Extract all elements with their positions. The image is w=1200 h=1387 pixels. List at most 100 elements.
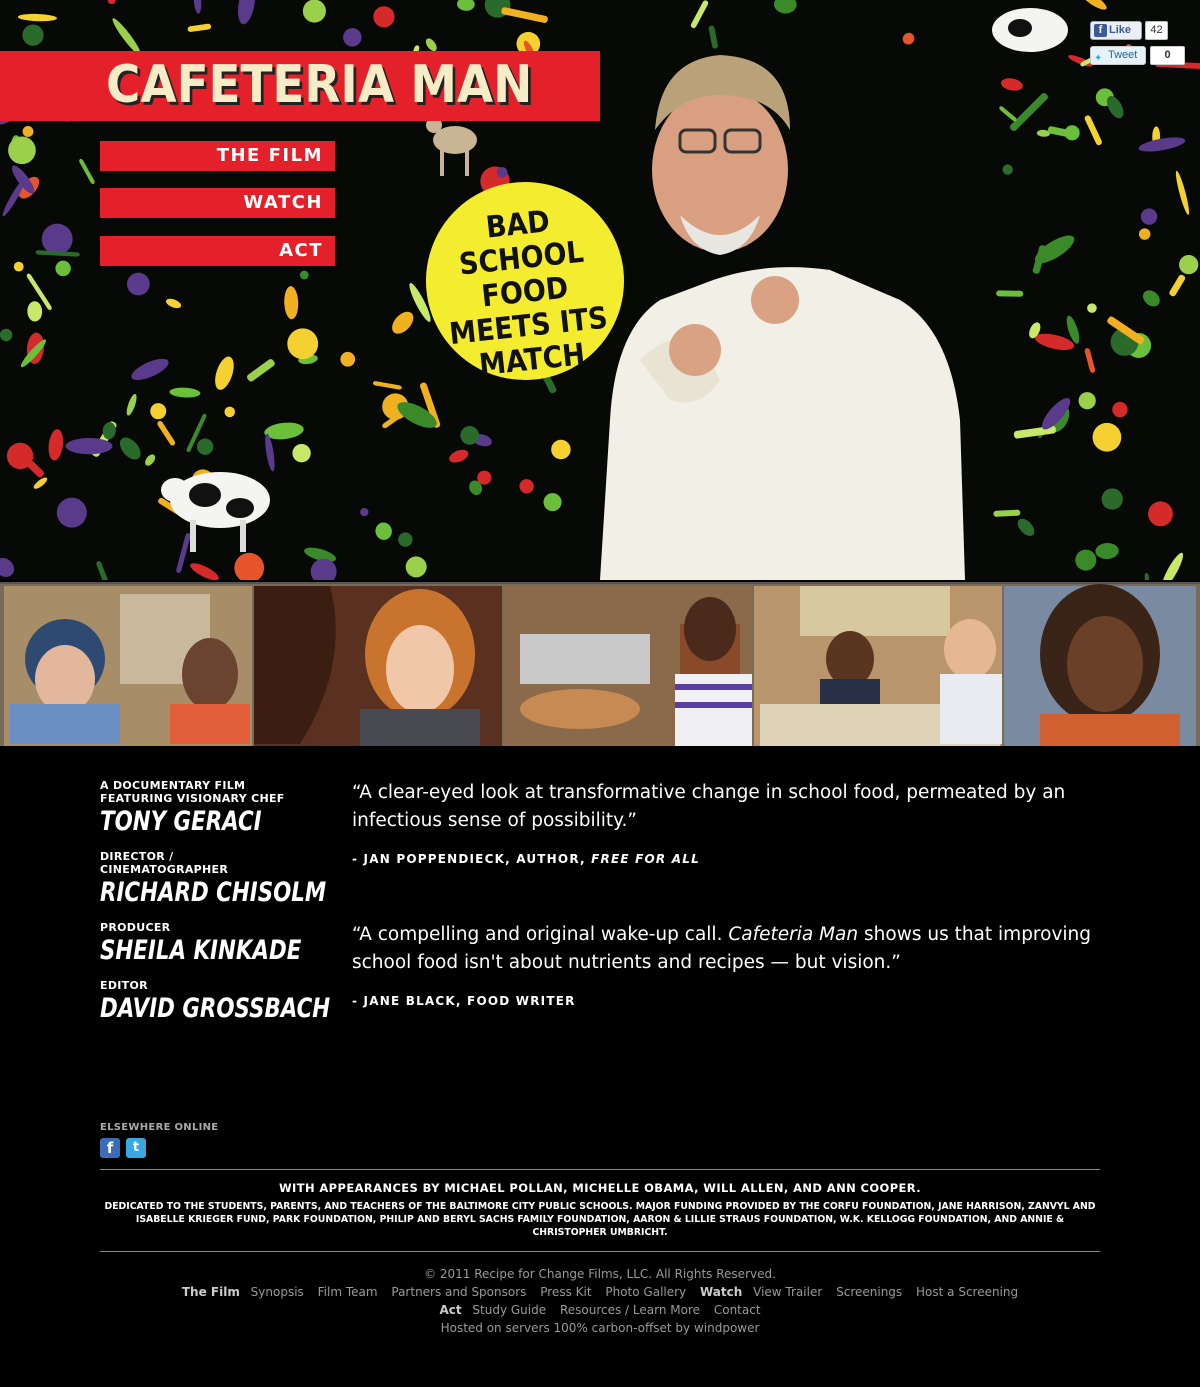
credit-role: PRODUCER <box>100 921 171 934</box>
footer-link-study-guide[interactable]: Study Guide <box>472 1303 546 1317</box>
vegetable-decoration <box>1002 164 1013 175</box>
vegetable-decoration <box>196 438 214 455</box>
film-still <box>504 586 752 746</box>
press-quotes: “A clear-eyed look at transformative cha… <box>352 779 1092 1008</box>
vegetable-decoration <box>1092 422 1122 452</box>
footer-link-screenings[interactable]: Screenings <box>836 1285 902 1299</box>
site-logo[interactable]: CAFETERIA MAN <box>106 55 532 115</box>
footer-link-view-trailer[interactable]: View Trailer <box>753 1285 822 1299</box>
vegetable-decoration <box>496 166 508 178</box>
vegetable-decoration <box>1138 228 1151 240</box>
divider <box>100 1169 1100 1170</box>
credit-name: TONY GERACI <box>100 806 262 837</box>
like-label: Like <box>1109 24 1132 36</box>
quote-attribution: - JANE BLACK, FOOD WRITER <box>352 994 1092 1008</box>
twitter-bird-icon: ✦ <box>1094 53 1103 64</box>
vegetable-decoration <box>477 470 492 485</box>
vegetable-decoration <box>996 290 1024 297</box>
footer-link-host-screening[interactable]: Host a Screening <box>916 1285 1018 1299</box>
vegetable-decoration <box>224 406 235 418</box>
vegetable-decoration <box>126 272 150 296</box>
appearances-text: WITH APPEARANCES BY MICHAEL POLLAN, MICH… <box>278 1181 922 1195</box>
press-quote: “A clear-eyed look at transformative cha… <box>352 779 1092 835</box>
vegetable-decoration <box>22 24 44 46</box>
vegetable-decoration <box>13 261 24 272</box>
attribution-text: - JAN POPPENDIECK, AUTHOR, <box>352 852 592 866</box>
vegetable-decoration <box>1179 255 1199 275</box>
vegetable-decoration <box>343 28 362 47</box>
credit-role: DIRECTOR / CINEMATOGRAPHER <box>100 850 229 876</box>
vegetable-decoration <box>41 223 73 255</box>
vegetable-decoration <box>460 426 480 445</box>
vegetable-decoration <box>302 0 326 23</box>
film-still <box>754 586 1002 746</box>
vegetable-decoration <box>543 493 562 512</box>
footer-nav-film-watch: The Film Synopsis Film Team Partners and… <box>100 1285 1100 1299</box>
vegetable-decoration <box>1112 401 1128 418</box>
vegetable-decoration <box>340 351 356 367</box>
like-count: 42 <box>1145 21 1168 40</box>
facebook-like-button[interactable]: f Like <box>1090 21 1142 40</box>
vegetable-decoration <box>1148 501 1173 527</box>
vegetable-decoration <box>55 260 71 277</box>
facebook-icon[interactable]: f <box>100 1138 120 1158</box>
press-quote: “A compelling and original wake-up call.… <box>352 921 1092 977</box>
footer-nav-heading-film[interactable]: The Film <box>182 1285 240 1299</box>
footer-link-partners[interactable]: Partners and Sponsors <box>391 1285 526 1299</box>
attribution-text: - JANE BLACK, FOOD WRITER <box>352 994 576 1008</box>
footer-link-film-team[interactable]: Film Team <box>318 1285 378 1299</box>
vegetable-decoration <box>1087 303 1097 313</box>
copyright: © 2011 Recipe for Change Films, LLC. All… <box>424 1267 776 1281</box>
credit-name: DAVID GROSSBACH <box>100 993 331 1024</box>
footer-nav-heading-watch[interactable]: Watch <box>700 1285 742 1299</box>
credit-role: A DOCUMENTARY FILM FEATURING VISIONARY C… <box>100 779 285 805</box>
nav-act[interactable]: ACT <box>100 236 335 266</box>
elsewhere-online-label: ELSEWHERE ONLINE <box>100 1122 219 1133</box>
cow-illustration-2 <box>992 8 1068 52</box>
vegetable-decoration <box>292 443 311 463</box>
footer-nav-heading-act[interactable]: Act <box>439 1303 461 1317</box>
quote-text: “A clear-eyed look at transformative cha… <box>352 782 1066 831</box>
tweet-label: Tweet <box>1108 49 1138 61</box>
footer-link-press-kit[interactable]: Press Kit <box>540 1285 591 1299</box>
attribution-book-title: FREE FOR ALL <box>591 852 700 866</box>
film-still <box>1004 584 1196 746</box>
vegetable-decoration <box>1101 488 1123 510</box>
footer-link-contact[interactable]: Contact <box>714 1303 761 1317</box>
vegetable-decoration <box>287 328 319 360</box>
quote-text: “A compelling and original wake-up call. <box>352 924 729 945</box>
vegetable-decoration <box>398 532 413 547</box>
hosting-note: Hosted on servers 100% carbon-offset by … <box>440 1321 760 1335</box>
film-still <box>4 586 252 746</box>
tweet-count: 0 <box>1150 46 1185 65</box>
vegetable-decoration <box>65 437 113 455</box>
dedication-text: DEDICATED TO THE STUDENTS, PARENTS, AND … <box>104 1201 1096 1238</box>
footer-link-photo-gallery[interactable]: Photo Gallery <box>605 1285 686 1299</box>
film-still <box>254 586 502 746</box>
nav-watch[interactable]: WATCH <box>100 188 335 218</box>
film-stills-strip <box>0 582 1200 746</box>
vegetable-decoration <box>1078 392 1096 410</box>
divider <box>100 1251 1100 1252</box>
credit-name: SHEILA KINKADE <box>100 935 302 966</box>
vegetable-decoration <box>0 328 13 342</box>
film-credits: A DOCUMENTARY FILM FEATURING VISIONARY C… <box>100 779 340 1037</box>
footer-link-synopsis[interactable]: Synopsis <box>251 1285 304 1299</box>
hero-banner: CAFETERIA MAN THE FILM WATCH ACT BAD SCH… <box>0 0 1200 580</box>
vegetable-decoration <box>551 439 571 460</box>
vegetable-decoration <box>299 270 309 280</box>
nav-the-film[interactable]: THE FILM <box>100 141 335 171</box>
footer-link-resources[interactable]: Resources / Learn More <box>560 1303 700 1317</box>
credit-role: EDITOR <box>100 979 148 992</box>
vegetable-decoration <box>519 479 534 494</box>
vegetable-decoration <box>360 507 369 517</box>
vegetable-decoration <box>405 556 427 578</box>
footer-nav-act: Act Study Guide Resources / Learn More C… <box>100 1303 1100 1317</box>
vegetable-decoration <box>56 497 87 528</box>
tagline-badge: BAD SCHOOL FOOD MEETS ITS MATCH <box>426 182 624 383</box>
vegetable-decoration <box>1075 549 1097 571</box>
twitter-icon[interactable]: t <box>126 1138 146 1158</box>
vegetable-decoration <box>373 6 395 28</box>
vegetable-decoration <box>8 136 36 165</box>
tweet-button[interactable]: ✦ Tweet <box>1090 46 1146 65</box>
